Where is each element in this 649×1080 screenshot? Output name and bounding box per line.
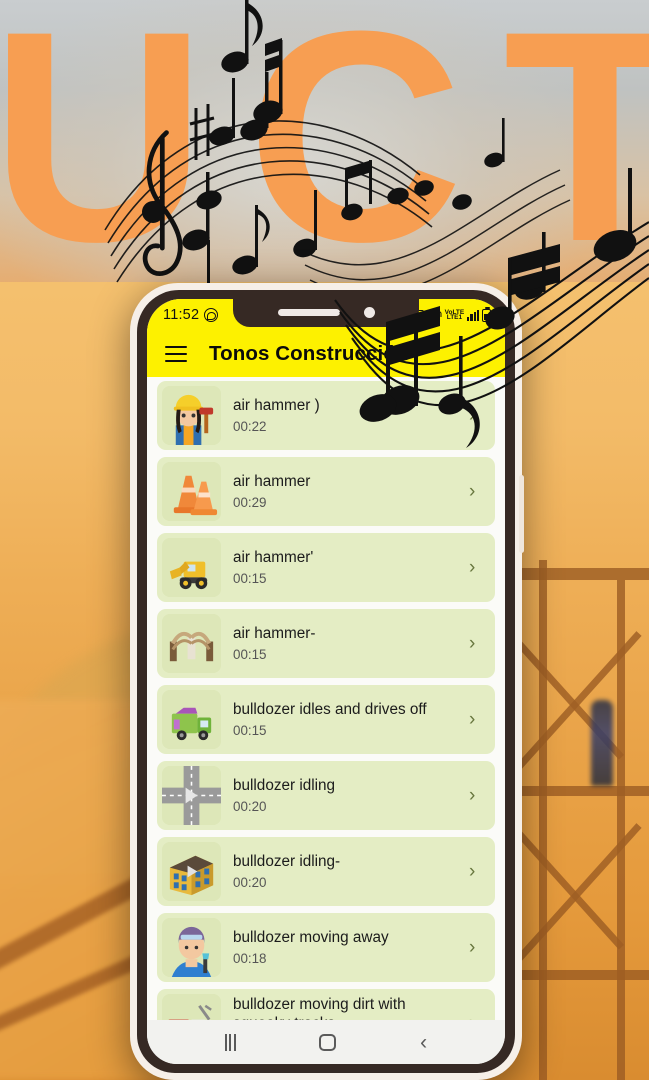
status-time: 11:52	[163, 307, 200, 323]
list-item-meta: bulldozer moving dirt with squeaky track…	[233, 996, 457, 1020]
list-item-title: bulldozer idling	[233, 777, 336, 795]
list-item[interactable]: air hammer ) 00:22 ›	[157, 381, 495, 450]
chevron-right-icon[interactable]: ›	[469, 938, 485, 957]
list-item-title: bulldozer moving dirt with squeaky track…	[233, 995, 406, 1020]
traffic-cones-emoji	[162, 462, 221, 521]
home-icon[interactable]	[319, 1033, 337, 1051]
list-item[interactable]: air hammer' 00:15 ›	[157, 533, 495, 602]
list-item-duration: 00:29	[233, 494, 267, 510]
list-item-title: bulldozer moving away	[233, 929, 389, 947]
list-item-title: bulldozer idles and drives off	[233, 701, 427, 719]
battery-icon	[482, 306, 491, 322]
chevron-right-icon[interactable]: ›	[469, 482, 485, 501]
list-item[interactable]: air hammer 00:29 ›	[157, 457, 495, 526]
list-item-duration: 00:15	[233, 646, 267, 662]
list-item-title: air hammer )	[233, 397, 320, 415]
list-item-meta: air hammer' 00:15	[233, 549, 457, 586]
crossroad-emoji	[162, 766, 221, 825]
chevron-right-icon[interactable]: ›	[469, 558, 485, 577]
list-item-title: air hammer'	[233, 549, 314, 567]
phone-screen: 11:52 VoLTE LTE1 Tonos Construcción air …	[147, 299, 505, 1064]
phone-bezel: 11:52 VoLTE LTE1 Tonos Construcción air …	[137, 290, 524, 1073]
list-item-duration: 00:20	[233, 798, 267, 814]
list-item[interactable]: bulldozer idles and drives off 00:15 ›	[157, 685, 495, 754]
list-item[interactable]: bulldozer idling- 00:20 ›	[157, 837, 495, 906]
list-item-title: air hammer	[233, 473, 311, 491]
list-item-title: bulldozer idling-	[233, 853, 341, 871]
list-item-meta: air hammer ) 00:22	[233, 397, 457, 434]
list-item-title: air hammer-	[233, 625, 316, 643]
page-title: Tonos Construcción	[209, 342, 409, 365]
list-item[interactable]: bulldozer moving away 00:18 ›	[157, 913, 495, 982]
wifi-icon	[426, 309, 442, 321]
chevron-right-icon[interactable]: ›	[469, 406, 485, 425]
list-item-meta: bulldozer idling- 00:20	[233, 853, 457, 890]
list-item-meta: bulldozer moving away 00:18	[233, 929, 457, 966]
scaffolding-structure	[498, 560, 649, 1080]
list-item-meta: bulldozer idles and drives off 00:15	[233, 701, 457, 738]
phone-notch	[233, 299, 419, 327]
front-camera	[363, 306, 375, 318]
list-item-meta: air hammer- 00:15	[233, 625, 457, 662]
list-item-duration: 00:22	[233, 418, 267, 434]
list-item-duration: 00:18	[233, 950, 267, 966]
excavator-emoji	[162, 538, 221, 597]
list-item-meta: air hammer 00:29	[233, 473, 457, 510]
construction-worker-emoji	[162, 386, 221, 445]
chevron-right-icon[interactable]: ›	[469, 862, 485, 881]
back-icon[interactable]: ‹	[420, 1032, 427, 1053]
android-nav-bar: ‹	[147, 1020, 505, 1064]
list-item-duration: 00:20	[233, 874, 267, 890]
chevron-right-icon[interactable]: ›	[469, 634, 485, 653]
list-item-meta: bulldozer idling 00:20	[233, 777, 457, 814]
volte-icon: VoLTE LTE1	[445, 309, 465, 321]
building-emoji	[162, 842, 221, 901]
chevron-right-icon[interactable]: ›	[469, 786, 485, 805]
background-letters: UCT	[0, 0, 649, 304]
mechanic-emoji	[162, 918, 221, 977]
list-item-duration: 00:15	[233, 722, 267, 738]
status-bar-left: 11:52	[163, 307, 219, 323]
app-bar: Tonos Construcción	[147, 331, 505, 377]
volte-line-2: LTE1	[446, 314, 463, 321]
bridge-emoji	[162, 614, 221, 673]
phone-mockup: 11:52 VoLTE LTE1 Tonos Construcción air …	[130, 283, 524, 1080]
status-bar-right: VoLTE LTE1	[414, 306, 491, 322]
whatsapp-icon	[204, 308, 219, 322]
earpiece-speaker	[277, 308, 340, 316]
chevron-right-icon[interactable]: ›	[469, 1014, 485, 1020]
scaffold-worker-silhouette	[591, 700, 613, 786]
garbage-truck-emoji	[162, 690, 221, 749]
phone-side-button[interactable]	[519, 475, 524, 553]
list-item-duration: 00:15	[233, 570, 267, 586]
recents-icon[interactable]	[224, 1033, 236, 1051]
signal-bars-icon	[467, 309, 479, 321]
list-item[interactable]: air hammer- 00:15 ›	[157, 609, 495, 678]
list-item[interactable]: bulldozer moving dirt with squeaky track…	[157, 989, 495, 1020]
list-item[interactable]: bulldozer idling 00:20 ›	[157, 761, 495, 830]
ringtone-list[interactable]: air hammer ) 00:22 › air hammer 00:29 › …	[147, 377, 505, 1020]
tow-truck-emoji	[162, 994, 221, 1020]
chevron-right-icon[interactable]: ›	[469, 710, 485, 729]
hamburger-menu-icon[interactable]	[165, 345, 187, 363]
